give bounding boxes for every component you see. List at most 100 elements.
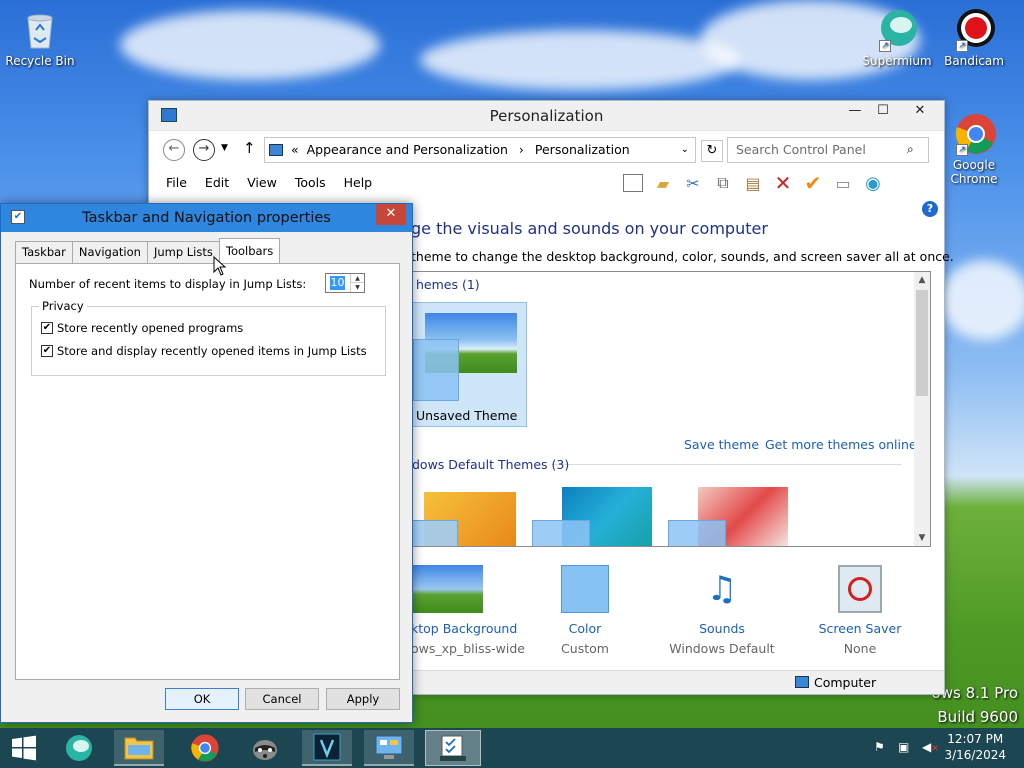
spin-down-icon[interactable]: ▼ [350, 283, 364, 292]
computer-icon [269, 144, 283, 156]
tab-taskbar[interactable]: Taskbar [15, 241, 73, 263]
volume-muted-icon[interactable]: ◀✕ [922, 740, 939, 754]
window-titlebar[interactable]: Personalization — ☐ ✕ [149, 101, 944, 131]
taskbar-file-explorer[interactable] [114, 730, 164, 766]
paste-icon[interactable]: ▤ [741, 171, 765, 195]
scrollbar-thumb[interactable] [916, 290, 928, 396]
recycle-bin-desktop-icon[interactable]: Recycle Bin [0, 8, 80, 68]
desktop-background-thumbnail [411, 565, 483, 613]
theme-color-swatch [412, 520, 458, 546]
taskbar: ⚑ ▣ ◀✕ 12:07 PM 3/16/2024 [0, 728, 1024, 768]
windows-theme-tile[interactable] [412, 490, 522, 546]
cancel-button[interactable]: Cancel [245, 688, 319, 710]
menu-edit[interactable]: Edit [196, 171, 238, 197]
action-center-flag-icon[interactable]: ⚑ [874, 740, 885, 754]
tab-navigation[interactable]: Navigation [71, 241, 148, 263]
clock-date: 3/16/2024 [944, 748, 1006, 762]
cloud [940, 260, 1024, 340]
maximize-button[interactable]: ☐ [868, 101, 898, 123]
start-button[interactable] [0, 730, 48, 766]
store-items-label: Store and display recently opened items … [57, 344, 367, 358]
back-button[interactable]: ← [163, 139, 185, 161]
tab-jump-lists[interactable]: Jump Lists [146, 241, 220, 263]
themes-scrollbar[interactable]: ▲ ▼ [914, 272, 930, 546]
up-button[interactable]: ↑ [243, 139, 256, 157]
cut-icon[interactable]: ✂ [681, 171, 705, 195]
dialog-titlebar[interactable]: ✔ Taskbar and Navigation properties ✕ [1, 204, 412, 232]
address-dropdown-icon[interactable]: ⌄ [681, 138, 689, 162]
supermium-icon [66, 735, 92, 761]
chrome-desktop-icon[interactable]: ↗ Google Chrome [934, 112, 1014, 186]
network-icon[interactable]: ◉ [861, 171, 885, 195]
properties-icon[interactable]: ▭ [831, 171, 855, 195]
spin-up-icon[interactable]: ▲ [350, 274, 364, 283]
close-button[interactable]: ✕ [900, 101, 940, 123]
folder-options-icon[interactable]: ▰ [651, 171, 675, 195]
copy-icon[interactable]: ⧉ [711, 171, 735, 195]
store-items-option[interactable]: ✔ Store and display recently opened item… [41, 344, 367, 358]
chrome-label: Google Chrome [950, 158, 998, 186]
shortcut-arrow-icon: ↗ [879, 40, 891, 52]
layout-icon[interactable] [621, 171, 645, 195]
color-label: Color [568, 621, 602, 636]
dialog-tabs: Taskbar Navigation Jump Lists Toolbars [15, 238, 281, 263]
store-items-checkbox[interactable]: ✔ [41, 345, 53, 357]
taskbar-raccoon-app[interactable] [240, 730, 290, 766]
privacy-group-label: Privacy [39, 299, 87, 313]
dialog-close-button[interactable]: ✕ [376, 204, 406, 225]
menu-file[interactable]: File [157, 171, 196, 197]
store-programs-checkbox[interactable]: ✔ [41, 322, 53, 334]
desktop-background-item[interactable]: ktop Background ows_xp_bliss-wide [399, 565, 525, 656]
get-more-themes-link[interactable]: Get more themes online [765, 437, 917, 452]
taskbar-supermium[interactable] [54, 730, 104, 766]
color-item[interactable]: Color Custom [525, 565, 645, 656]
recent-items-spinner[interactable]: 10 ▲ ▼ [325, 273, 365, 293]
address-bar[interactable]: « Appearance and Personalization › Perso… [264, 137, 696, 163]
delete-icon[interactable]: ✕ [771, 171, 795, 195]
breadcrumb-separator[interactable]: › [519, 142, 524, 157]
apply-button[interactable]: Apply [326, 688, 400, 710]
save-theme-link[interactable]: Save theme [684, 437, 759, 452]
taskbar-v-app[interactable] [302, 730, 352, 766]
scroll-up-icon[interactable]: ▲ [914, 272, 930, 288]
bandicam-label: Bandicam [944, 54, 1004, 68]
cloud [420, 30, 740, 90]
taskbar-taskbar-properties[interactable] [425, 730, 481, 766]
status-computer-label: Computer [814, 675, 877, 690]
bandicam-desktop-icon[interactable]: ↗ Bandicam [934, 8, 1014, 68]
flowers-theme-tile[interactable] [668, 487, 788, 546]
clock[interactable]: 12:07 PM 3/16/2024 [944, 731, 1006, 763]
unsaved-theme-tile[interactable]: Unsaved Theme [412, 302, 527, 427]
refresh-button[interactable]: ↻ [701, 140, 723, 162]
menu-view[interactable]: View [238, 171, 286, 197]
check-icon[interactable]: ✔ [801, 171, 825, 195]
recent-pages-dropdown-icon[interactable]: ▼ [221, 143, 228, 153]
minimize-button[interactable]: — [840, 101, 870, 123]
recent-items-label: Number of recent items to display in Jum… [29, 277, 307, 291]
screen-saver-item[interactable]: Screen Saver None [800, 565, 920, 656]
breadcrumb-personalization[interactable]: Personalization [535, 142, 630, 157]
theme-color-swatch [532, 520, 590, 546]
bandicam-icon: ↗ [952, 8, 996, 52]
menu-help[interactable]: Help [335, 171, 382, 197]
scroll-down-icon[interactable]: ▼ [914, 530, 930, 546]
breadcrumb-overflow[interactable]: « [291, 142, 299, 157]
lines-theme-tile[interactable] [532, 487, 652, 546]
supermium-desktop-icon[interactable]: ↗ Supermium [857, 8, 937, 68]
sounds-item[interactable]: ♫ Sounds Windows Default [662, 565, 782, 656]
recent-items-value[interactable]: 10 [330, 276, 345, 290]
breadcrumb-appearance[interactable]: Appearance and Personalization [307, 142, 508, 157]
search-icon[interactable]: ⌕ [907, 142, 914, 157]
search-input[interactable]: Search Control Panel [727, 137, 929, 163]
network-icon[interactable]: ▣ [898, 740, 909, 754]
taskbar-chrome[interactable] [180, 730, 230, 766]
taskbar-control-panel[interactable] [364, 730, 414, 766]
recycle-bin-label: Recycle Bin [5, 54, 75, 68]
forward-button[interactable]: → [193, 139, 215, 161]
tab-toolbars[interactable]: Toolbars [218, 238, 281, 263]
help-icon[interactable]: ? [922, 201, 938, 217]
ok-button[interactable]: OK [165, 688, 239, 710]
mouse-cursor-icon [213, 256, 227, 276]
store-programs-option[interactable]: ✔ Store recently opened programs [41, 321, 243, 335]
menu-tools[interactable]: Tools [286, 171, 335, 197]
